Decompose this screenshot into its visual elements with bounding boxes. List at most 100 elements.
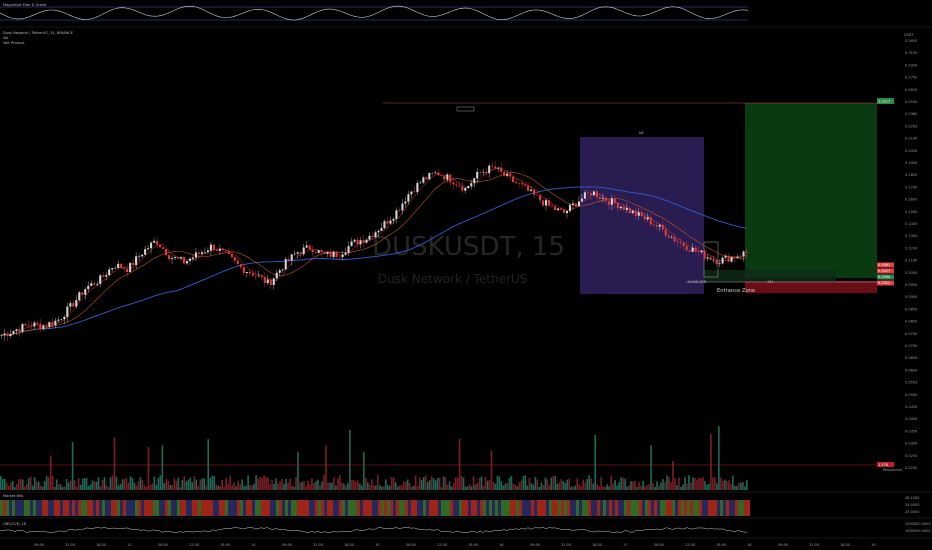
candle	[536, 194, 539, 196]
volume-bar	[728, 480, 730, 490]
heat-cell	[252, 500, 255, 516]
heat-cell	[579, 500, 582, 516]
heat-cell	[462, 500, 465, 516]
volume-bar	[458, 438, 461, 490]
volume-bar	[564, 482, 567, 490]
candle	[509, 174, 512, 177]
heat-cell	[423, 500, 426, 516]
volume-bar	[608, 486, 610, 490]
candle	[628, 207, 631, 214]
heat-cell	[81, 500, 84, 516]
volume-bar	[706, 484, 708, 490]
candle	[69, 303, 72, 307]
heat-cell	[297, 500, 300, 516]
candle	[733, 256, 736, 258]
heat-cell	[729, 500, 732, 516]
volume-bar	[596, 484, 599, 490]
volume-bar	[349, 429, 351, 490]
volume-bar	[109, 477, 112, 490]
volume-bar	[744, 486, 746, 490]
volume-bar	[359, 483, 361, 490]
candle	[589, 193, 592, 196]
heat-cell	[363, 500, 366, 516]
volume-bar	[133, 482, 136, 490]
volume-bar	[394, 482, 397, 490]
volume-bar	[648, 484, 650, 490]
volume-bar	[640, 485, 642, 490]
heat-cell	[477, 500, 480, 516]
heat-cell	[282, 500, 285, 516]
candle	[455, 184, 458, 186]
volume-bar	[388, 485, 391, 490]
candle	[437, 172, 440, 176]
volume-bar	[732, 475, 734, 490]
heat-cell	[699, 500, 702, 516]
candle	[598, 197, 601, 199]
volume-bar	[261, 477, 263, 490]
candle	[730, 256, 733, 262]
volume-bar	[604, 486, 606, 490]
heat-cell	[741, 500, 744, 516]
price-axis-label: 0.0450	[905, 405, 917, 409]
candle	[431, 173, 434, 174]
volume-bar	[400, 485, 403, 490]
heat-cell	[489, 500, 492, 516]
price-tag-text: 0.2990	[878, 275, 890, 279]
heat-cell	[405, 500, 408, 516]
obv-line	[0, 526, 748, 534]
heat-cell	[678, 500, 681, 516]
volume-bar	[241, 479, 243, 490]
heat-cell	[309, 500, 312, 516]
volume-bar	[468, 483, 471, 490]
volume-bar	[117, 485, 120, 490]
volume-bar	[402, 481, 405, 490]
heat-cell	[72, 500, 75, 516]
volume-bar	[11, 480, 14, 490]
volume-bar	[454, 477, 457, 490]
candle	[227, 251, 230, 254]
volume-bar	[179, 486, 182, 490]
candle	[245, 272, 248, 273]
candle	[470, 183, 473, 187]
volume-bar	[478, 477, 481, 490]
heat-cell	[327, 500, 330, 516]
candle	[416, 182, 419, 192]
price-axis[interactable]: 0.2600 0.3150 0.2900 0.2750 0.2630 0.2500 0.23…	[877, 39, 931, 533]
volume-bar	[99, 486, 102, 490]
heat-cell	[414, 500, 417, 516]
candle	[688, 250, 691, 252]
heat-cell	[78, 500, 81, 516]
volume-bar	[115, 476, 118, 490]
volume-bar	[301, 481, 303, 490]
candle	[425, 177, 428, 180]
watermark-ticker: DUSKUSDT, 15	[372, 232, 565, 262]
volume-bar	[444, 477, 447, 490]
price-axis-label: 0.2360	[905, 112, 917, 116]
heat-cell	[75, 500, 78, 516]
candle	[0, 335, 3, 336]
time-axis-label: 18:00	[468, 543, 478, 547]
volume-bar	[544, 477, 547, 490]
candle	[742, 251, 745, 257]
volume-bar	[319, 485, 321, 490]
time-axis[interactable]: 06:00 12:00 18:00 13 06:00 12:00 18:00 14 06:00 1…	[34, 543, 875, 547]
candle	[664, 229, 667, 236]
price-axis-label: 0.1600	[905, 198, 917, 202]
heat-cell	[150, 500, 153, 516]
heat-cell	[546, 500, 549, 516]
volume-bar	[39, 485, 42, 490]
trading-chart: Magnetize Fear & Greed Dusk Network / Te…	[0, 0, 932, 547]
candle	[491, 165, 494, 167]
volume-bar	[141, 479, 144, 490]
candle	[383, 221, 386, 229]
heat-cell	[654, 500, 657, 516]
heat-cell	[582, 500, 585, 516]
volume-bar	[89, 484, 92, 490]
heat-cell	[612, 500, 615, 516]
candle	[527, 185, 530, 191]
volume-bar	[251, 485, 253, 490]
volume-bar	[738, 482, 740, 490]
candle	[275, 272, 278, 279]
volume-bar	[646, 485, 648, 490]
heat-cell	[432, 500, 435, 516]
